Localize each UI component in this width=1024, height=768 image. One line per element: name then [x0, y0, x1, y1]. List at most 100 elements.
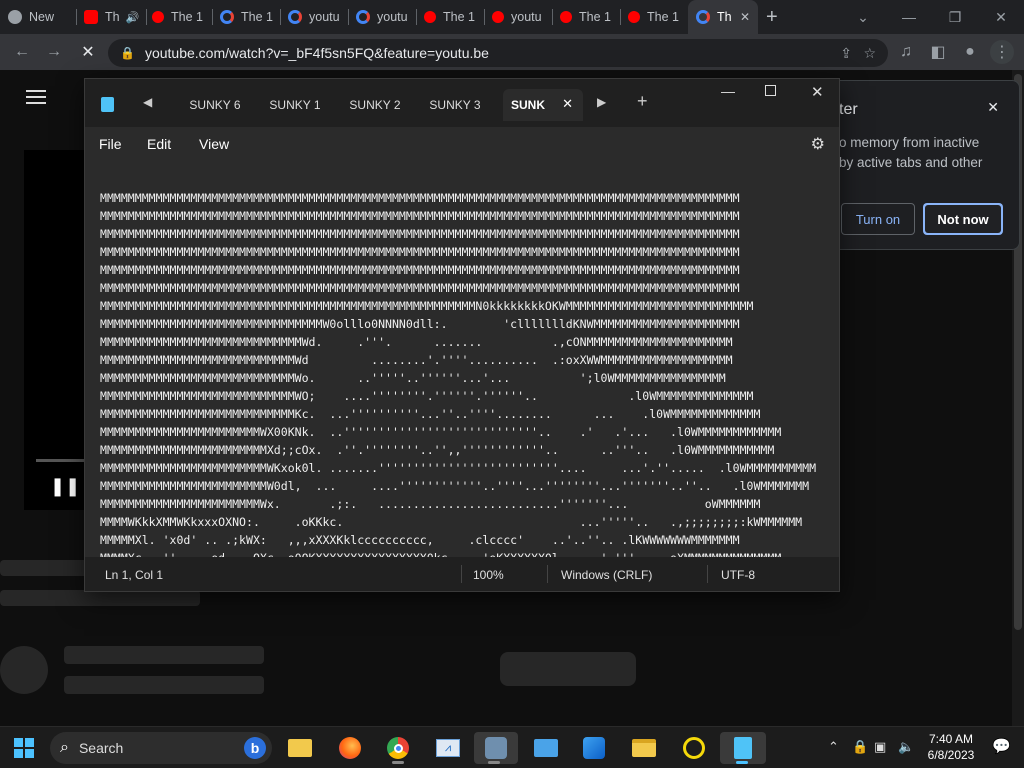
- browser-tab[interactable]: youtu: [356, 0, 416, 34]
- bookmark-star-icon[interactable]: ☆: [863, 45, 876, 62]
- browser-tab[interactable]: The 1: [220, 0, 280, 34]
- tab-search-icon[interactable]: ⌄: [840, 0, 886, 34]
- browser-tab[interactable]: The 1: [628, 0, 688, 34]
- scroll-tabs-left-icon[interactable]: ◀: [143, 95, 152, 109]
- share-icon[interactable]: ⇪: [840, 45, 852, 62]
- browser-tab-title: youtu: [511, 10, 542, 24]
- browser-tab-title: The 1: [647, 10, 679, 24]
- browser-tab[interactable]: New: [8, 0, 72, 34]
- ascii-art-line: MMMMMMMMMMMMMMMMMMMMMMMMMMMMWd ........'…: [100, 353, 733, 367]
- menu-view[interactable]: View: [199, 136, 229, 152]
- ascii-art-line: MMMMMMMMMMMMMMMMMMMMMMMWx. .;:. ........…: [100, 497, 761, 511]
- network-icon[interactable]: ▣: [874, 739, 886, 755]
- profile-icon[interactable]: ●: [958, 40, 982, 64]
- taskbar-search-box[interactable]: ⌕ Search b: [50, 732, 272, 764]
- browser-tab[interactable]: Th 🔊: [84, 0, 144, 34]
- close-tab-icon[interactable]: ✕: [740, 10, 750, 24]
- minimize-icon[interactable]: —: [886, 0, 932, 34]
- browser-tab[interactable]: youtu: [288, 0, 348, 34]
- system-clock[interactable]: 7:40 AM 6/8/2023: [920, 731, 982, 763]
- forward-icon[interactable]: →: [42, 40, 66, 64]
- lock-icon[interactable]: 🔒: [120, 46, 135, 60]
- skeleton-button: [500, 652, 636, 686]
- browser-tab-title: youtu: [309, 10, 340, 24]
- minimize-icon[interactable]: —: [721, 83, 735, 99]
- line-endings: Windows (CRLF): [561, 568, 653, 582]
- notepad-taskbar-icon[interactable]: [720, 732, 766, 764]
- close-window-icon[interactable]: ✕: [811, 83, 824, 101]
- paint-icon[interactable]: [574, 732, 614, 764]
- back-icon[interactable]: ←: [10, 40, 34, 64]
- maximize-icon[interactable]: [765, 85, 776, 96]
- search-icon: ⌕: [60, 739, 69, 756]
- volume-icon[interactable]: 🔈: [898, 739, 914, 755]
- zoom-level: 100%: [473, 568, 504, 582]
- encoding: UTF-8: [721, 568, 755, 582]
- close-window-icon[interactable]: ✕: [978, 0, 1024, 34]
- restore-icon[interactable]: ❐: [932, 0, 978, 34]
- menu-kebab-icon[interactable]: ⋮: [990, 40, 1014, 64]
- speaker-icon[interactable]: 🔊: [126, 11, 140, 24]
- notepad-tab[interactable]: SUNKY 6: [181, 89, 249, 121]
- youtube-icon: [560, 11, 572, 23]
- browser-tab[interactable]: youtu: [492, 0, 552, 34]
- close-icon[interactable]: ✕: [987, 99, 999, 116]
- performance-monitor-icon[interactable]: ⩘: [428, 732, 468, 764]
- media-control-icon[interactable]: ♫: [894, 40, 918, 64]
- browser-toolbar: ← → ✕ 🔒 youtube.com/watch?v=_bF4f5sn5FQ&…: [0, 34, 1024, 70]
- hamburger-menu-icon[interactable]: [26, 90, 46, 104]
- ring-app-icon[interactable]: [674, 732, 714, 764]
- folder-icon[interactable]: [526, 732, 566, 764]
- windows-taskbar: ⌕ Search b ⩘ ⌃ 🔒 ▣ 🔈 7:40 AM 6/8/2023 💬: [0, 726, 1024, 768]
- browser-tab[interactable]: The 1: [152, 0, 212, 34]
- notification-icon[interactable]: 💬: [992, 737, 1011, 755]
- menu-file[interactable]: File: [99, 136, 122, 152]
- notepad-tab[interactable]: SUNKY 3: [421, 89, 489, 121]
- side-panel-icon[interactable]: ◧: [926, 40, 950, 64]
- ascii-art-line: MMMMMMMMMMMMMMMMMMMMMMMMMMMMWO; ....''''…: [100, 389, 754, 403]
- settings-gear-icon[interactable]: ⚙: [811, 134, 825, 154]
- browser-tab-title: New: [29, 10, 55, 24]
- popup-body-line: by active tabs and other: [839, 155, 983, 170]
- show-hidden-icons-icon[interactable]: ⌃: [828, 739, 839, 755]
- bing-icon[interactable]: b: [244, 737, 266, 759]
- firefox-icon[interactable]: [330, 732, 370, 764]
- notepad-title-bar[interactable]: ◀ SUNKY 6 SUNKY 1 SUNKY 2 SUNKY 3 SUNK ✕…: [85, 79, 839, 127]
- notepad-status-bar: Ln 1, Col 1 100% Windows (CRLF) UTF-8: [85, 557, 839, 591]
- youtube-icon: [84, 10, 98, 24]
- stop-icon[interactable]: ✕: [76, 40, 100, 64]
- add-tab-icon[interactable]: +: [637, 91, 648, 112]
- browser-tab[interactable]: The 1: [560, 0, 620, 34]
- google-icon: [288, 10, 302, 24]
- search-label: Search: [78, 740, 124, 756]
- close-tab-icon[interactable]: ✕: [562, 96, 573, 112]
- address-bar[interactable]: 🔒 youtube.com/watch?v=_bF4f5sn5FQ&featur…: [108, 39, 888, 67]
- new-tab-button[interactable]: +: [766, 0, 788, 34]
- ascii-art-line: MMMMMMMMMMMMMMMMMMMMMMMMWKxok0l. .......…: [100, 461, 817, 475]
- browser-tab-active[interactable]: Th ✕: [688, 0, 758, 34]
- ascii-art-line: MMMMMMMMMMMMMMMMMMMMMMMMW0dl, ... ....''…: [100, 479, 810, 493]
- youtube-icon: [492, 11, 504, 23]
- skeleton-block: [0, 590, 200, 606]
- ascii-art-line: MMMMMMMMMMMMMMMMMMMMMMMWX00KNk. ..''''''…: [100, 425, 782, 439]
- settings-app-icon[interactable]: [474, 732, 518, 764]
- text-editor-area[interactable]: MMMMMMMMMMMMMMMMMMMMMMMMMMMMMMMMMMMMMMMM…: [85, 161, 839, 557]
- lock-drive-icon[interactable]: 🔒: [852, 739, 868, 755]
- popup-body-line: o memory from inactive: [839, 135, 980, 150]
- menu-edit[interactable]: Edit: [147, 136, 171, 152]
- chrome-icon: [8, 10, 22, 24]
- notepad-tab[interactable]: SUNKY 2: [341, 89, 409, 121]
- notepad-tab[interactable]: SUNKY 1: [261, 89, 329, 121]
- ascii-art-line: MMMMMMMMMMMMMMMMMMMMMMMMXd;;cOx. .''.'''…: [100, 443, 775, 457]
- pause-icon[interactable]: ❚❚: [50, 476, 80, 497]
- notepad-tab-active[interactable]: SUNK ✕: [503, 89, 583, 121]
- scroll-tabs-right-icon[interactable]: ▶: [597, 95, 606, 109]
- chrome-icon[interactable]: [378, 732, 418, 764]
- file-explorer-icon[interactable]: [280, 732, 320, 764]
- not-now-button[interactable]: Not now: [923, 203, 1003, 235]
- browser-tab[interactable]: The 1: [424, 0, 484, 34]
- start-button[interactable]: [4, 732, 44, 764]
- explorer-folder-icon[interactable]: [624, 732, 664, 764]
- turn-on-button[interactable]: Turn on: [841, 203, 915, 235]
- popup-title: ter: [839, 101, 858, 118]
